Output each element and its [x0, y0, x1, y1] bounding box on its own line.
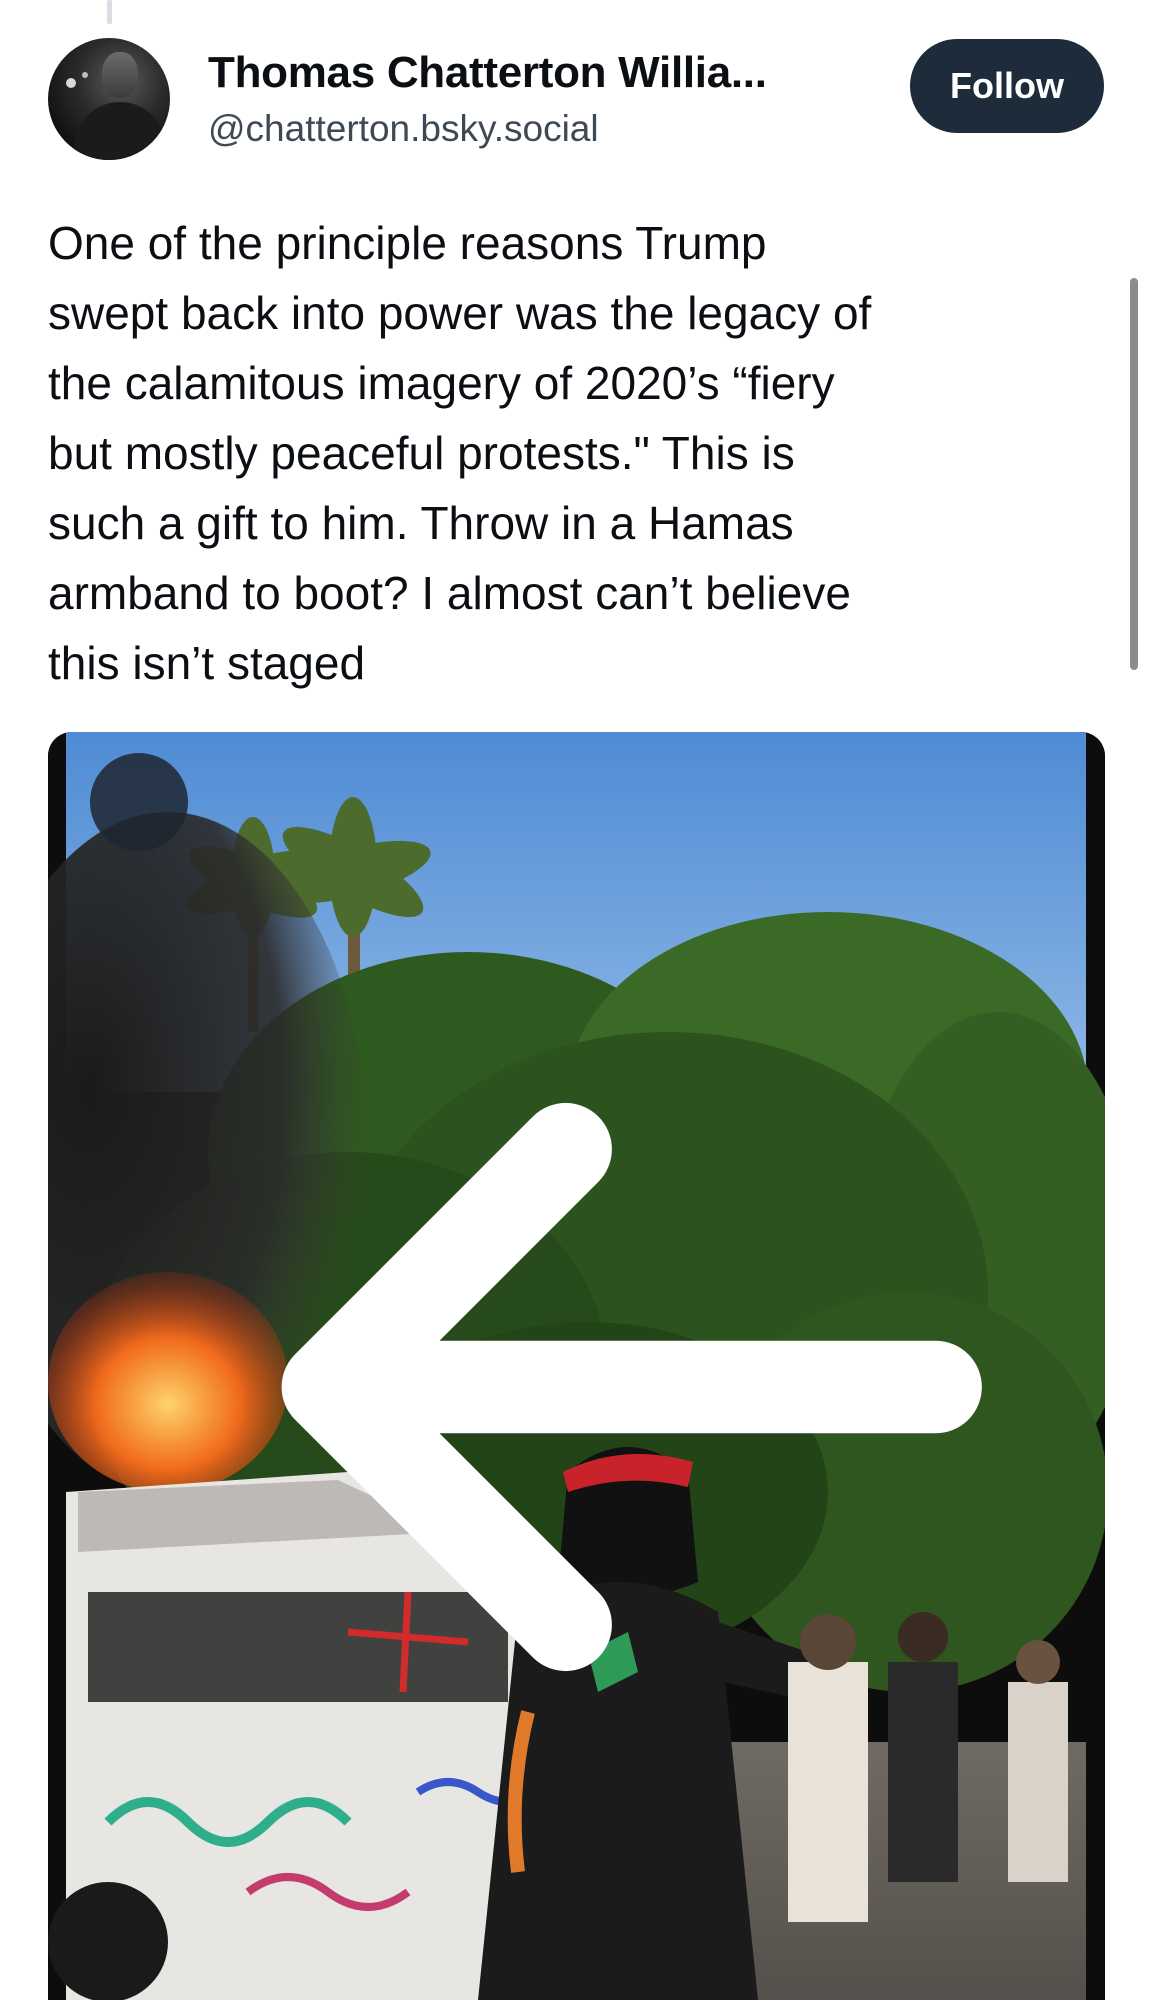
author-name[interactable]: Thomas Chatterton Willia...: [208, 48, 767, 98]
arrow-left-icon: [281, 1102, 982, 1672]
follow-button[interactable]: Follow: [910, 39, 1104, 133]
author-avatar[interactable]: [48, 38, 170, 160]
post-image[interactable]: [48, 732, 1105, 2000]
image-back-button[interactable]: [90, 753, 982, 1672]
scrollbar[interactable]: [1130, 278, 1138, 670]
thread-connector-line: [107, 0, 112, 24]
author-handle[interactable]: @chatterton.bsky.social: [208, 108, 599, 150]
post-header: Thomas Chatterton Willia... @chatterton.…: [48, 38, 1105, 163]
post-text: One of the principle reasons Trump swept…: [48, 217, 872, 689]
